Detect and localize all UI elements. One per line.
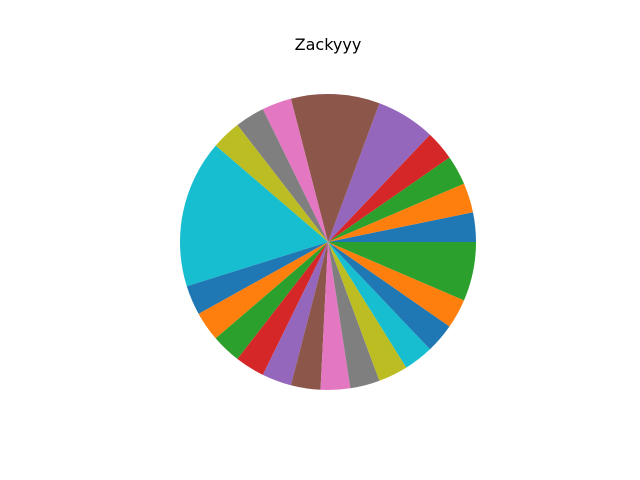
chart-title: Zackyyy	[295, 35, 362, 54]
pie-chart-figure: Zackyyy	[0, 0, 640, 480]
pie-slices	[180, 93, 476, 390]
